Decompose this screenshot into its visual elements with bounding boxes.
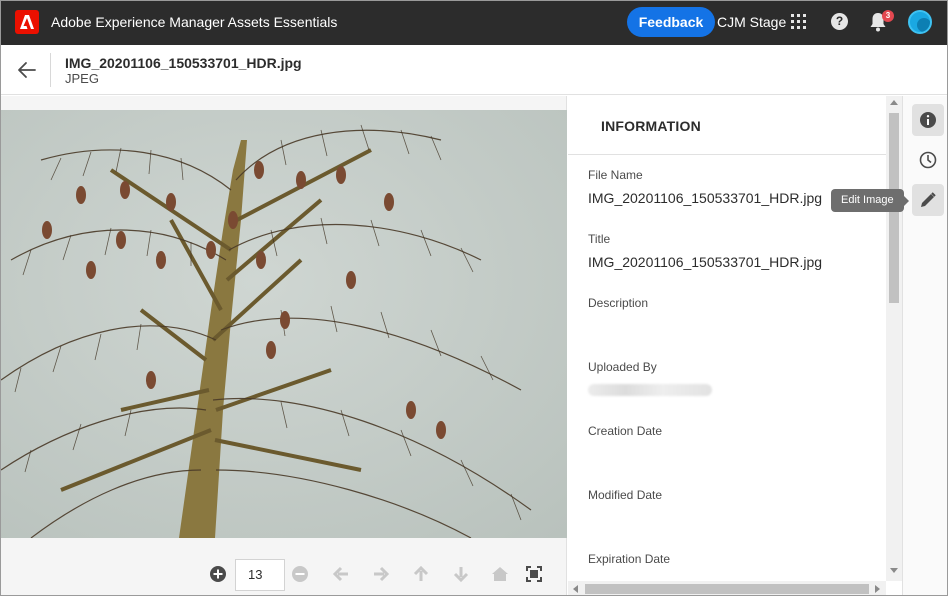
back-arrow-icon[interactable] bbox=[15, 58, 39, 82]
apps-grid-icon[interactable] bbox=[791, 14, 807, 30]
home-icon[interactable] bbox=[491, 565, 509, 583]
arrow-down-icon[interactable] bbox=[452, 565, 470, 583]
arrow-right-icon[interactable] bbox=[372, 565, 390, 583]
field-label-modified-date: Modified Date bbox=[588, 488, 663, 502]
avatar[interactable] bbox=[908, 10, 932, 34]
history-button[interactable] bbox=[912, 144, 944, 176]
scroll-down-arrow-icon[interactable] bbox=[890, 568, 898, 573]
right-rail bbox=[902, 96, 947, 595]
image-viewer: 13 bbox=[1, 96, 567, 595]
horizontal-scroll-thumb[interactable] bbox=[585, 584, 869, 594]
information-panel: INFORMATION File Name IMG_20201106_15053… bbox=[568, 96, 902, 595]
top-bar: Adobe Experience Manager Assets Essentia… bbox=[1, 1, 947, 45]
adobe-logo-icon[interactable] bbox=[15, 10, 39, 34]
arrow-up-icon[interactable] bbox=[412, 565, 430, 583]
edit-icon bbox=[921, 192, 936, 207]
field-label-expiration-date: Expiration Date bbox=[588, 552, 671, 566]
feedback-button[interactable]: Feedback bbox=[627, 7, 715, 37]
asset-header: IMG_20201106_150533701_HDR.jpg JPEG bbox=[1, 45, 947, 95]
help-icon[interactable]: ? bbox=[831, 13, 848, 30]
app-title[interactable]: Adobe Experience Manager Assets Essentia… bbox=[51, 14, 337, 30]
page-number-input[interactable]: 13 bbox=[235, 559, 285, 591]
edit-image-button[interactable] bbox=[912, 184, 944, 216]
notification-badge: 3 bbox=[882, 10, 894, 22]
header-divider bbox=[50, 53, 51, 87]
asset-file-type: JPEG bbox=[65, 71, 99, 86]
edit-image-tooltip: Edit Image bbox=[831, 189, 909, 212]
scroll-up-arrow-icon[interactable] bbox=[890, 100, 898, 105]
panel-horizontal-scrollbar[interactable] bbox=[568, 581, 886, 595]
info-icon bbox=[920, 112, 936, 128]
app-window: Adobe Experience Manager Assets Essentia… bbox=[0, 0, 948, 596]
field-value-file-name: IMG_20201106_150533701_HDR.jpg bbox=[588, 190, 823, 206]
info-button[interactable] bbox=[912, 104, 944, 136]
zoom-in-icon[interactable] bbox=[209, 565, 227, 583]
scroll-right-arrow-icon[interactable] bbox=[875, 585, 880, 593]
panel-vertical-scrollbar[interactable] bbox=[886, 96, 902, 581]
field-value-title: IMG_20201106_150533701_HDR.jpg bbox=[588, 254, 823, 270]
panel-title: INFORMATION bbox=[601, 118, 701, 134]
history-icon bbox=[919, 151, 937, 169]
org-switcher[interactable]: CJM Stage bbox=[717, 14, 786, 30]
asset-file-name: IMG_20201106_150533701_HDR.jpg bbox=[65, 55, 302, 71]
asset-image[interactable] bbox=[1, 110, 567, 538]
viewer-toolbar: 13 bbox=[1, 550, 567, 595]
zoom-out-icon[interactable] bbox=[291, 565, 309, 583]
uploaded-by-redacted-value bbox=[588, 384, 712, 396]
scroll-left-arrow-icon[interactable] bbox=[573, 585, 578, 593]
fullscreen-icon[interactable] bbox=[525, 565, 543, 583]
field-label-title: Title bbox=[588, 232, 611, 246]
field-label-file-name: File Name bbox=[588, 168, 643, 182]
field-label-creation-date: Creation Date bbox=[588, 424, 663, 438]
field-label-description: Description bbox=[588, 296, 649, 310]
panel-divider bbox=[568, 154, 886, 155]
field-label-uploaded-by: Uploaded By bbox=[588, 360, 657, 374]
arrow-left-icon[interactable] bbox=[332, 565, 350, 583]
